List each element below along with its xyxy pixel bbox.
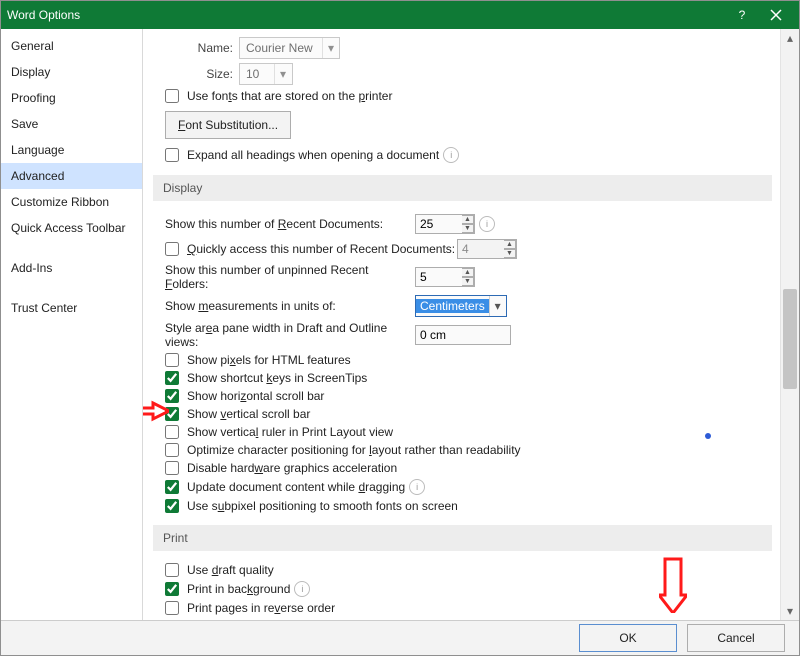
option-checkbox[interactable] [165, 407, 179, 421]
sidebar-item-advanced[interactable]: Advanced [1, 163, 142, 189]
sidebar-item-language[interactable]: Language [1, 137, 142, 163]
sidebar-item-save[interactable]: Save [1, 111, 142, 137]
font-name-label: Name: [173, 41, 239, 55]
spin-down-icon[interactable]: ▼ [462, 277, 474, 286]
sidebar-item-general[interactable]: General [1, 33, 142, 59]
option-checkbox[interactable] [165, 582, 179, 596]
option-row: Show vertical ruler in Print Layout view [153, 423, 780, 441]
spin-down-icon[interactable]: ▼ [462, 224, 474, 233]
style-pane-width-input[interactable] [415, 325, 511, 345]
print-group-header: Print [153, 525, 772, 551]
option-row: Print in background i [153, 579, 780, 599]
option-checkbox[interactable] [165, 461, 179, 475]
sidebar-item-customize-ribbon[interactable]: Customize Ribbon [1, 189, 142, 215]
option-checkbox[interactable] [165, 371, 179, 385]
option-row: Optimize character positioning for layou… [153, 441, 780, 459]
vertical-scrollbar[interactable]: ▴ ▾ [780, 29, 799, 620]
display-group-header: Display [153, 175, 772, 201]
spin-up-icon: ▲ [504, 240, 516, 249]
option-row: Update document content while dragging i [153, 477, 780, 497]
spin-up-icon[interactable]: ▲ [462, 268, 474, 277]
option-row: Print pages in reverse order [153, 599, 780, 617]
font-size-combo[interactable]: 10 ▾ [239, 63, 293, 85]
recent-docs-label: Show this number of Recent Documents: [165, 217, 415, 231]
quick-access-spinner: ▲▼ [457, 239, 517, 259]
recent-docs-spinner[interactable]: ▲▼ [415, 214, 475, 234]
option-row: Show shortcut keys in ScreenTips [153, 369, 780, 387]
quick-access-recent-label: Quickly access this number of Recent Doc… [187, 242, 457, 256]
option-label: Show shortcut keys in ScreenTips [187, 371, 367, 385]
option-label: Show pixels for HTML features [187, 353, 351, 367]
font-substitution-button[interactable]: Font Substitution... [165, 111, 291, 139]
font-name-combo[interactable]: Courier New ▾ [239, 37, 340, 59]
option-label: Optimize character positioning for layou… [187, 443, 521, 457]
info-icon[interactable]: i [479, 216, 495, 232]
measurement-units-combo[interactable]: Centimeters ▾ [415, 295, 507, 317]
style-pane-width-label: Style area pane width in Draft and Outli… [165, 321, 415, 349]
option-checkbox[interactable] [165, 601, 179, 615]
sidebar-item-quick-access-toolbar[interactable]: Quick Access Toolbar [1, 215, 142, 241]
dialog-footer: OK Cancel [1, 621, 799, 655]
annotation-dot [705, 433, 711, 439]
unpinned-folders-label: Show this number of unpinned Recent Fold… [165, 263, 415, 291]
option-label: Disable hardware graphics acceleration [187, 461, 397, 475]
option-label: Use draft quality [187, 563, 274, 577]
expand-headings-label: Expand all headings when opening a docum… [187, 148, 439, 162]
option-label: Print pages in reverse order [187, 601, 335, 615]
quick-access-recent-checkbox[interactable] [165, 242, 179, 256]
window-title: Word Options [7, 8, 725, 22]
option-checkbox[interactable] [165, 499, 179, 513]
word-options-dialog: Word Options ? GeneralDisplayProofingSav… [0, 0, 800, 656]
option-checkbox[interactable] [165, 389, 179, 403]
sidebar-item-add-ins[interactable]: Add-Ins [1, 255, 142, 281]
option-row: Show vertical scroll bar [153, 405, 780, 423]
option-checkbox[interactable] [165, 443, 179, 457]
option-row: Use draft quality [153, 561, 780, 579]
help-button[interactable]: ? [725, 1, 759, 29]
option-label: Show horizontal scroll bar [187, 389, 324, 403]
sidebar-item-proofing[interactable]: Proofing [1, 85, 142, 111]
option-checkbox[interactable] [165, 480, 179, 494]
spin-up-icon[interactable]: ▲ [462, 215, 474, 224]
options-content: Name: Courier New ▾ Size: 10 ▾ Use fonts… [143, 29, 799, 620]
cancel-button[interactable]: Cancel [687, 624, 785, 652]
chevron-down-icon[interactable]: ▾ [274, 64, 291, 84]
spin-down-icon: ▼ [504, 249, 516, 258]
sidebar-item-trust-center[interactable]: Trust Center [1, 295, 142, 321]
scroll-thumb[interactable] [783, 289, 797, 389]
option-row: Disable hardware graphics acceleration [153, 459, 780, 477]
option-label: Show vertical scroll bar [187, 407, 310, 421]
option-label: Show vertical ruler in Print Layout view [187, 425, 393, 439]
title-bar: Word Options ? [1, 1, 799, 29]
close-button[interactable] [759, 1, 793, 29]
use-printer-fonts-checkbox[interactable] [165, 89, 179, 103]
chevron-down-icon[interactable]: ▾ [322, 38, 339, 58]
font-size-label: Size: [173, 67, 239, 81]
option-label: Use subpixel positioning to smooth fonts… [187, 499, 458, 513]
option-row: Show pixels for HTML features [153, 351, 780, 369]
sidebar-item-display[interactable]: Display [1, 59, 142, 85]
chevron-down-icon[interactable]: ▾ [489, 296, 506, 316]
scroll-down-button[interactable]: ▾ [781, 602, 799, 620]
unpinned-folders-spinner[interactable]: ▲▼ [415, 267, 475, 287]
info-icon[interactable]: i [294, 581, 310, 597]
expand-headings-checkbox[interactable] [165, 148, 179, 162]
option-label: Print in background [187, 582, 290, 596]
measurement-units-label: Show measurements in units of: [165, 299, 415, 313]
option-row: Use subpixel positioning to smooth fonts… [153, 497, 780, 515]
ok-button[interactable]: OK [579, 624, 677, 652]
option-row: Show horizontal scroll bar [153, 387, 780, 405]
info-icon[interactable]: i [409, 479, 425, 495]
option-checkbox[interactable] [165, 563, 179, 577]
option-label: Update document content while dragging [187, 480, 405, 494]
option-checkbox[interactable] [165, 425, 179, 439]
scroll-up-button[interactable]: ▴ [781, 29, 799, 47]
scroll-area: Name: Courier New ▾ Size: 10 ▾ Use fonts… [143, 29, 780, 620]
use-printer-fonts-label: Use fonts that are stored on the printer [187, 89, 392, 103]
options-category-list: GeneralDisplayProofingSaveLanguageAdvanc… [1, 29, 143, 620]
option-checkbox[interactable] [165, 353, 179, 367]
info-icon[interactable]: i [443, 147, 459, 163]
